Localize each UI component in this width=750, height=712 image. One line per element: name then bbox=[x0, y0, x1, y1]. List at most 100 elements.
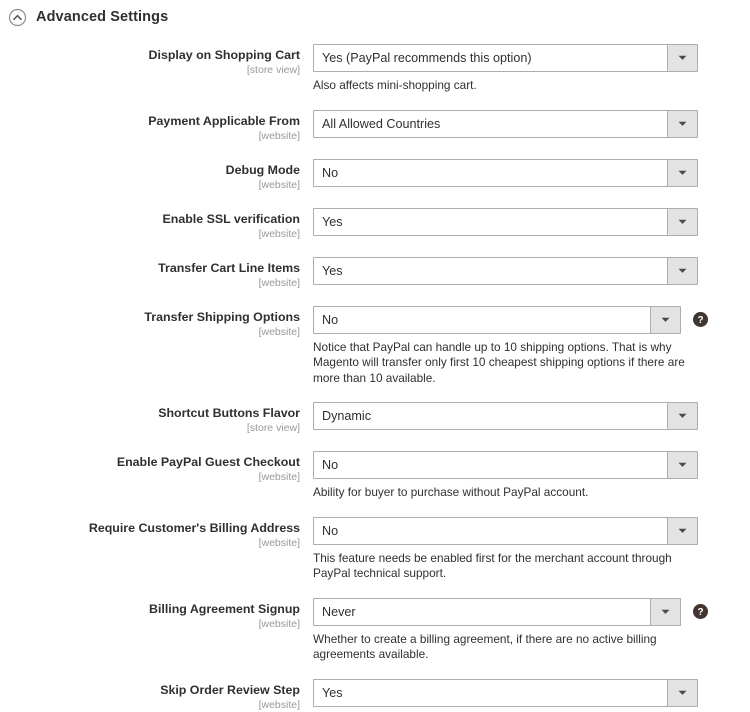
field-row-shortcut-buttons-flavor: Shortcut Buttons Flavor [store view] Dyn… bbox=[0, 402, 750, 435]
question-mark-circle-icon[interactable]: ? bbox=[693, 312, 708, 327]
field-control: All Allowed Countries bbox=[300, 109, 750, 138]
chevron-down-icon[interactable] bbox=[667, 110, 697, 137]
field-row-debug-mode: Debug Mode [website] No bbox=[0, 158, 750, 192]
field-label: Payment Applicable From [website] bbox=[0, 110, 300, 143]
field-row-display-on-shopping-cart: Display on Shopping Cart [store view] Ye… bbox=[0, 44, 750, 94]
select-payment-applicable-from[interactable]: All Allowed Countries bbox=[313, 109, 698, 138]
field-control: No This feature needs be enabled first f… bbox=[300, 516, 750, 582]
field-row-require-customers-billing-address: Require Customer's Billing Address [webs… bbox=[0, 516, 750, 582]
section-header[interactable]: Advanced Settings bbox=[0, 0, 750, 30]
advanced-settings-form: Display on Shopping Cart [store view] Ye… bbox=[0, 30, 750, 712]
field-label-text: Debug Mode bbox=[225, 162, 300, 177]
field-label-text: Enable SSL verification bbox=[162, 211, 301, 226]
select-value: Never bbox=[322, 604, 356, 619]
field-scope-text: [website] bbox=[258, 276, 300, 289]
select-value: Yes bbox=[322, 214, 343, 229]
select-enable-ssl-verification[interactable]: Yes bbox=[313, 207, 698, 236]
select-shortcut-buttons-flavor[interactable]: Dynamic bbox=[313, 402, 698, 430]
field-row-skip-order-review-step: Skip Order Review Step [website] Yes bbox=[0, 678, 750, 712]
select-value: Dynamic bbox=[322, 409, 371, 423]
field-label-text: Shortcut Buttons Flavor bbox=[158, 406, 300, 420]
field-control: Dynamic bbox=[300, 402, 750, 430]
field-label: Billing Agreement Signup [website] bbox=[0, 598, 300, 631]
field-note: Ability for buyer to purchase without Pa… bbox=[313, 485, 589, 499]
field-scope-text: [website] bbox=[258, 617, 300, 630]
field-control: Yes (PayPal recommends this option) Also… bbox=[300, 44, 750, 94]
select-transfer-shipping-options[interactable]: No bbox=[313, 305, 681, 334]
chevron-down-icon[interactable] bbox=[667, 679, 697, 706]
chevron-down-icon[interactable] bbox=[667, 208, 697, 235]
field-label: Display on Shopping Cart [store view] bbox=[0, 44, 300, 77]
select-value: No bbox=[322, 312, 339, 327]
field-control: Never ? Whether to create a billing agre… bbox=[300, 597, 750, 663]
select-value: Yes bbox=[322, 263, 343, 278]
field-label: Transfer Shipping Options [website] bbox=[0, 306, 300, 339]
select-value: All Allowed Countries bbox=[322, 116, 441, 131]
field-control: Yes bbox=[300, 256, 750, 285]
field-scope-text: [website] bbox=[258, 698, 300, 711]
select-value: No bbox=[322, 458, 339, 472]
field-control: Yes bbox=[300, 207, 750, 236]
field-control: Yes bbox=[300, 678, 750, 707]
select-enable-paypal-guest-checkout[interactable]: No bbox=[313, 451, 698, 479]
chevron-down-icon[interactable] bbox=[667, 45, 697, 71]
field-row-enable-paypal-guest-checkout: Enable PayPal Guest Checkout [website] N… bbox=[0, 451, 750, 501]
field-label-text: Transfer Cart Line Items bbox=[158, 260, 300, 275]
select-transfer-cart-line-items[interactable]: Yes bbox=[313, 256, 698, 285]
field-scope-text: [store view] bbox=[246, 64, 300, 76]
question-mark-circle-icon[interactable]: ? bbox=[693, 604, 708, 619]
field-note: Whether to create a billing agreement, i… bbox=[313, 631, 657, 662]
select-value: Yes (PayPal recommends this option) bbox=[322, 51, 532, 65]
chevron-down-icon[interactable] bbox=[667, 452, 697, 478]
field-row-billing-agreement-signup: Billing Agreement Signup [website] Never… bbox=[0, 597, 750, 663]
field-label: Transfer Cart Line Items [website] bbox=[0, 257, 300, 290]
field-note: Notice that PayPal can handle up to 10 s… bbox=[313, 339, 685, 385]
field-label: Enable SSL verification [website] bbox=[0, 208, 301, 241]
field-scope-text: [website] bbox=[258, 129, 300, 142]
field-scope-text: [website] bbox=[258, 471, 300, 483]
field-label: Require Customer's Billing Address [webs… bbox=[0, 517, 300, 550]
field-row-enable-ssl-verification: Enable SSL verification [website] Yes bbox=[0, 207, 750, 241]
field-label: Enable PayPal Guest Checkout [website] bbox=[0, 451, 300, 484]
chevron-down-icon[interactable] bbox=[667, 517, 697, 544]
select-billing-agreement-signup[interactable]: Never bbox=[313, 597, 681, 626]
select-value: No bbox=[322, 165, 339, 180]
field-row-transfer-shipping-options: Transfer Shipping Options [website] No ? bbox=[0, 305, 750, 387]
field-row-transfer-cart-line-items: Transfer Cart Line Items [website] Yes bbox=[0, 256, 750, 290]
select-skip-order-review-step[interactable]: Yes bbox=[313, 678, 698, 707]
field-note: This feature needs be enabled first for … bbox=[313, 550, 672, 581]
field-label-text: Billing Agreement Signup bbox=[149, 601, 300, 616]
select-require-customers-billing-address[interactable]: No bbox=[313, 516, 698, 545]
chevron-down-icon[interactable] bbox=[667, 159, 697, 186]
chevron-up-circle-icon[interactable] bbox=[8, 8, 27, 27]
field-control: No bbox=[300, 158, 750, 187]
field-label: Shortcut Buttons Flavor [store view] bbox=[0, 402, 300, 435]
field-label-text: Payment Applicable From bbox=[148, 113, 300, 128]
field-label-text: Transfer Shipping Options bbox=[144, 309, 300, 324]
field-label-text: Display on Shopping Cart bbox=[148, 48, 300, 62]
select-value: Yes bbox=[322, 685, 343, 700]
select-debug-mode[interactable]: No bbox=[313, 158, 698, 187]
chevron-down-icon[interactable] bbox=[667, 403, 697, 429]
field-row-payment-applicable-from: Payment Applicable From [website] All Al… bbox=[0, 109, 750, 143]
select-value: No bbox=[322, 523, 339, 538]
field-label: Debug Mode [website] bbox=[0, 159, 300, 192]
svg-text:?: ? bbox=[697, 315, 703, 326]
field-scope-text: [website] bbox=[258, 325, 300, 338]
select-display-on-shopping-cart[interactable]: Yes (PayPal recommends this option) bbox=[313, 44, 698, 72]
field-note: Also affects mini-shopping cart. bbox=[313, 78, 477, 92]
field-label: Skip Order Review Step [website] bbox=[0, 679, 300, 712]
field-label-text: Skip Order Review Step bbox=[160, 682, 300, 697]
chevron-down-icon[interactable] bbox=[667, 257, 697, 284]
field-scope-text: [website] bbox=[258, 178, 300, 191]
field-label-text: Require Customer's Billing Address bbox=[88, 520, 300, 535]
field-control: No ? Notice that PayPal can handle up to… bbox=[300, 305, 750, 387]
chevron-down-icon[interactable] bbox=[650, 598, 680, 625]
page-title: Advanced Settings bbox=[36, 9, 169, 26]
field-scope-text: [store view] bbox=[246, 422, 300, 434]
field-scope-text: [website] bbox=[258, 536, 300, 549]
field-scope-text: [website] bbox=[258, 227, 300, 240]
chevron-down-icon[interactable] bbox=[650, 306, 680, 333]
field-control: No Ability for buyer to purchase without… bbox=[300, 451, 750, 501]
svg-text:?: ? bbox=[697, 607, 703, 618]
